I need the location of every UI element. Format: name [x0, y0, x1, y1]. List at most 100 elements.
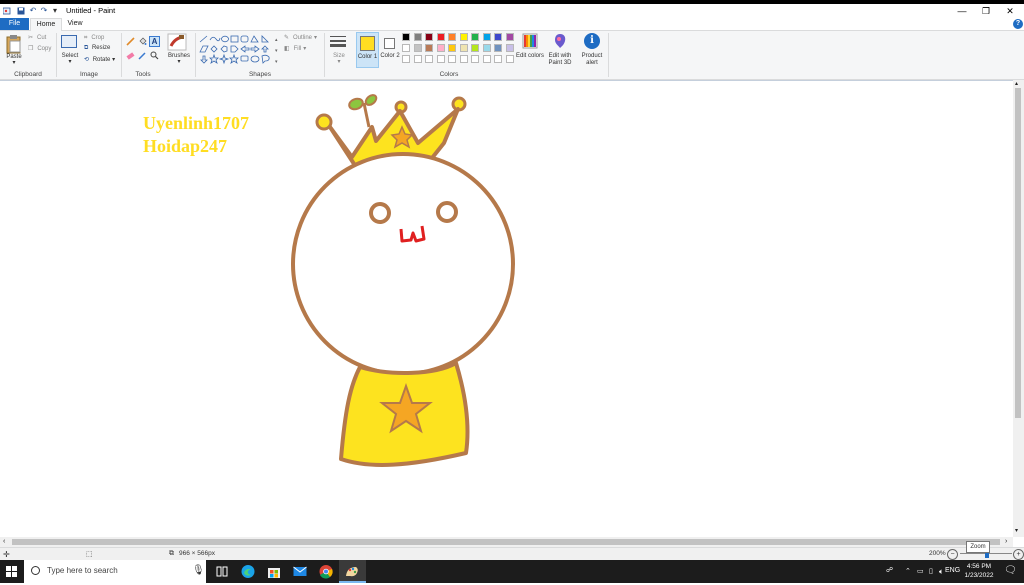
copy-button[interactable]: ❐ Copy [28, 45, 54, 54]
palette-swatch[interactable] [471, 55, 479, 63]
scroll-up-icon[interactable]: ▴ [1015, 80, 1018, 87]
palette-swatch[interactable] [402, 55, 410, 63]
horizontal-scroll-thumb[interactable] [12, 539, 1000, 545]
palette-swatch[interactable] [448, 55, 456, 63]
palette-swatch[interactable] [402, 33, 410, 41]
zoom-in-button[interactable]: + [1013, 549, 1024, 560]
cut-button[interactable]: ✂ Cut [28, 34, 54, 43]
palette-swatch[interactable] [505, 33, 514, 41]
horizontal-scrollbar[interactable]: ‹ › [0, 537, 1013, 547]
tab-file[interactable]: File [0, 18, 29, 30]
network-icon[interactable]: ▭ [917, 567, 924, 575]
shapes-gallery[interactable]: ▴ ▾ ▾ [198, 34, 278, 68]
ribbon-separator [608, 33, 609, 77]
minimize-button[interactable]: — [950, 5, 974, 17]
color1-button[interactable]: Color 1 [356, 32, 379, 68]
palette-swatch[interactable] [459, 55, 468, 63]
outline-button[interactable]: ✎ Outline ▾ [284, 34, 324, 43]
palette-swatch[interactable] [436, 44, 445, 52]
undo-icon[interactable]: ↶ [29, 7, 37, 15]
fill-icon: ◧ [284, 46, 290, 52]
palette-swatch[interactable] [413, 55, 422, 63]
zoom-out-button[interactable]: − [947, 549, 958, 560]
help-icon[interactable]: ? [1013, 19, 1023, 29]
chrome-browser-icon[interactable] [318, 564, 334, 579]
palette-swatch[interactable] [425, 44, 433, 52]
resize-button[interactable]: ⧉ Resize [84, 45, 116, 54]
palette-swatch[interactable] [505, 55, 514, 63]
save-icon[interactable] [17, 7, 25, 15]
line-size-icon [330, 36, 346, 47]
tab-home[interactable]: Home [30, 18, 62, 31]
palette-swatch[interactable] [413, 33, 422, 41]
text-tool-icon[interactable]: A [149, 36, 160, 47]
fill-bucket-icon[interactable] [138, 37, 147, 46]
select-button[interactable]: Select ▾ [60, 34, 80, 68]
resize-icon: ⧉ [84, 45, 89, 51]
tab-view[interactable]: View [62, 18, 88, 30]
microsoft-store-icon[interactable] [266, 564, 282, 579]
palette-swatch[interactable] [471, 44, 479, 52]
fill-button[interactable]: ◧ Fill ▾ [284, 45, 324, 54]
palette-swatch[interactable] [436, 55, 445, 63]
crop-button[interactable]: ⌗ Crop [84, 34, 114, 43]
clock[interactable]: 4:56 PM 1/23/2022 [961, 562, 997, 580]
magnifier-icon[interactable] [150, 51, 159, 60]
palette-swatch[interactable] [448, 44, 456, 52]
input-language[interactable]: ENG [945, 567, 960, 574]
paint-taskbar-button[interactable] [339, 560, 366, 583]
size-button[interactable]: Size ▾ [329, 34, 349, 68]
palette-swatch[interactable] [482, 55, 491, 63]
palette-swatch[interactable] [448, 33, 456, 41]
notification-center-icon[interactable]: 🗨︎ [1004, 565, 1017, 576]
pencil-tool-icon[interactable] [126, 37, 135, 46]
palette-swatch[interactable] [413, 44, 422, 52]
edge-browser-icon[interactable] [240, 564, 256, 579]
scroll-left-icon[interactable]: ‹ [3, 537, 5, 547]
palette-swatch[interactable] [425, 55, 433, 63]
tray-chevron-icon[interactable]: ⌃ [905, 567, 911, 575]
palette-swatch[interactable] [505, 44, 514, 52]
customize-quick-access-icon[interactable]: ▾ [51, 7, 59, 15]
edit-colors-button[interactable]: Edit colors [516, 33, 544, 69]
palette-swatch[interactable] [402, 44, 410, 52]
battery-icon[interactable]: ▯ [929, 567, 933, 575]
microphone-icon[interactable]: 🎙︎ [192, 565, 205, 576]
vertical-scrollbar[interactable]: ▴ ▾ [1013, 80, 1024, 537]
close-button[interactable]: ✕ [998, 5, 1022, 17]
edit-with-paint3d-button[interactable]: Edit with Paint 3D [545, 33, 575, 69]
color-picker-icon[interactable] [138, 51, 147, 60]
product-alert-button[interactable]: i Product alert [578, 33, 606, 69]
maximize-button[interactable]: ❐ [974, 5, 998, 17]
palette-swatch[interactable] [494, 44, 502, 52]
windows-start-icon[interactable] [6, 566, 17, 577]
palette-swatch[interactable] [459, 44, 468, 52]
drawing-canvas[interactable]: Uyenlinh1707 Hoidap247 [0, 81, 1013, 537]
palette-swatch[interactable] [494, 33, 502, 41]
palette-swatch[interactable] [494, 55, 502, 63]
palette-swatch[interactable] [482, 44, 491, 52]
palette-swatch[interactable] [482, 33, 491, 41]
scroll-down-icon[interactable]: ▾ [1015, 527, 1018, 534]
people-icon[interactable]: ☍ [886, 566, 893, 574]
palette-swatch[interactable] [471, 33, 479, 41]
task-view-icon[interactable] [214, 564, 230, 579]
brushes-button[interactable]: Brushes ▾ [167, 33, 191, 67]
color2-button[interactable]: Color 2 [380, 32, 400, 68]
palette-swatch[interactable] [436, 33, 445, 41]
scroll-right-icon[interactable]: › [1005, 537, 1007, 547]
mail-icon[interactable] [292, 564, 308, 579]
paste-button[interactable]: Paste ▾ [5, 34, 23, 68]
rotate-button[interactable]: ⟲ Rotate ▾ [84, 56, 120, 65]
eraser-icon[interactable] [126, 51, 135, 60]
taskbar-search-box[interactable]: Type here to search 🎙︎ [24, 560, 206, 583]
vertical-scroll-thumb[interactable] [1015, 88, 1021, 418]
ribbon-separator [56, 33, 57, 77]
volume-icon[interactable]: 🔈︎ [939, 567, 944, 577]
rotate-label: Rotate [92, 57, 111, 63]
palette-swatch[interactable] [459, 33, 468, 41]
palette-swatch[interactable] [425, 33, 433, 41]
paint-taskbar-icon [346, 567, 358, 577]
redo-icon[interactable]: ↷ [40, 7, 48, 15]
ribbon-separator [195, 33, 196, 77]
